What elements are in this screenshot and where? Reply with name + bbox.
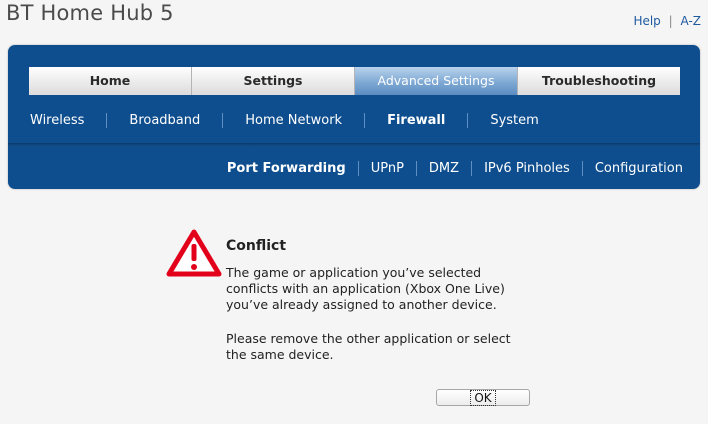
ok-button[interactable]: OK xyxy=(436,389,530,406)
tab-troubleshooting[interactable]: Troubleshooting xyxy=(518,67,680,95)
ok-label: OK xyxy=(470,390,496,406)
conflict-dialog: Conflict The game or application you’ve … xyxy=(166,228,546,408)
nav-system[interactable]: System xyxy=(468,113,560,128)
navigation-panel: Home Settings Advanced Settings Troubles… xyxy=(8,45,700,189)
nav-divider xyxy=(8,143,700,146)
dialog-title: Conflict xyxy=(226,238,287,254)
top-links: Help | A-Z xyxy=(633,14,701,28)
nav-ipv6-pinholes[interactable]: IPv6 Pinholes xyxy=(472,160,583,176)
nav-upnp[interactable]: UPnP xyxy=(359,160,417,176)
nav-broadband[interactable]: Broadband xyxy=(107,112,224,128)
nav-firewall[interactable]: Firewall xyxy=(365,112,469,128)
app-title: BT Home Hub 5 xyxy=(6,1,174,25)
a-z-link[interactable]: A-Z xyxy=(681,14,702,28)
sub-navigation: Wireless Broadband Home Network Firewall… xyxy=(8,107,700,133)
nav-home-network[interactable]: Home Network xyxy=(223,112,366,128)
main-tabs: Home Settings Advanced Settings Troubles… xyxy=(29,67,680,95)
dialog-message: The game or application you’ve selected … xyxy=(226,265,505,312)
tab-advanced-settings[interactable]: Advanced Settings xyxy=(355,67,518,95)
help-link[interactable]: Help xyxy=(633,14,660,28)
dialog-instruction: Please remove the other application or s… xyxy=(226,331,511,362)
link-separator: | xyxy=(668,14,673,28)
firewall-sub-navigation: Port Forwarding UPnP DMZ IPv6 Pinholes C… xyxy=(215,155,700,181)
nav-configuration[interactable]: Configuration xyxy=(583,161,700,176)
nav-dmz[interactable]: DMZ xyxy=(417,160,473,176)
warning-triangle-icon xyxy=(166,229,222,277)
nav-port-forwarding[interactable]: Port Forwarding xyxy=(215,160,359,176)
tab-settings[interactable]: Settings xyxy=(192,67,355,95)
tab-home[interactable]: Home xyxy=(29,67,192,95)
nav-wireless[interactable]: Wireless xyxy=(8,112,108,128)
